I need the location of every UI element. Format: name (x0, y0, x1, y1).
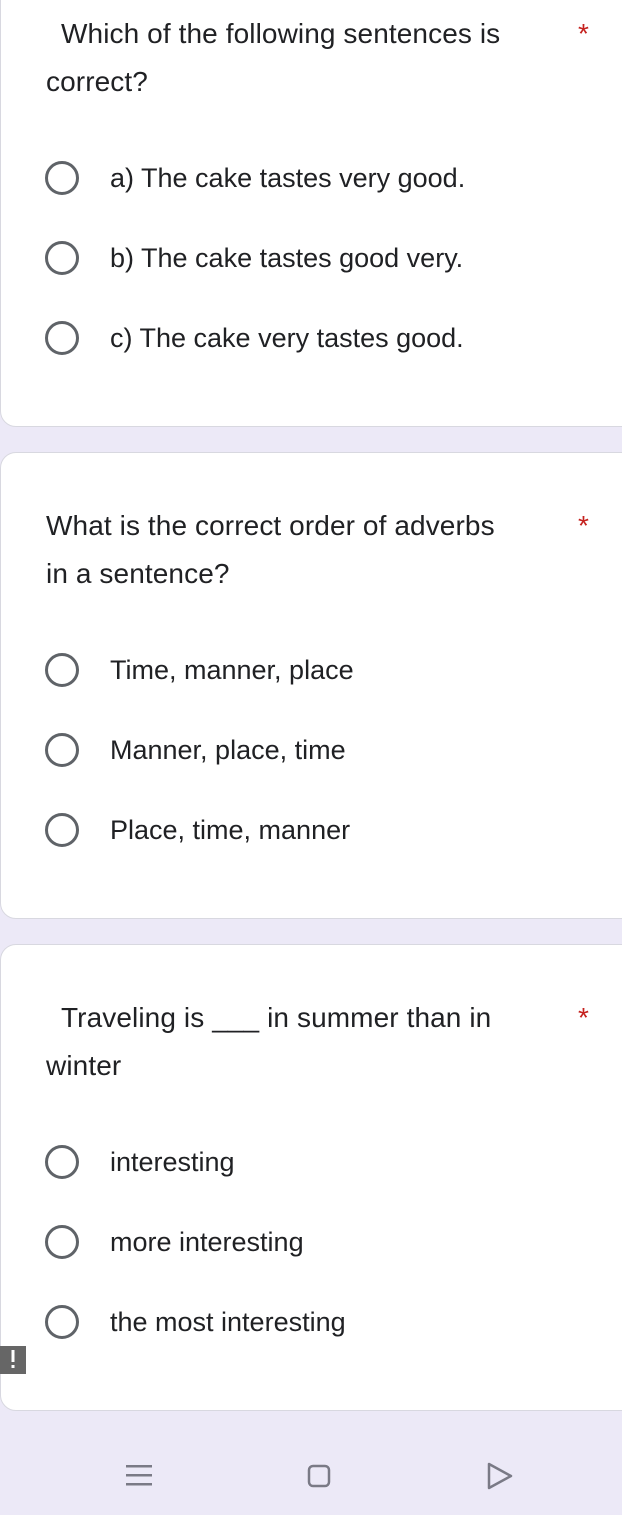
option-a-cake-very-good[interactable]: a) The cake tastes very good. (45, 158, 465, 198)
radio-button[interactable] (45, 321, 79, 355)
question-title-line-1: What is the correct order of adverbs (46, 510, 495, 541)
question-title-line-2: winter (46, 1050, 122, 1081)
option-label: the most interesting (110, 1307, 346, 1337)
question-title-line-2: correct? (46, 66, 148, 97)
question-title-line-1: Traveling is ___ in summer than in (61, 1002, 492, 1033)
option-interesting[interactable]: interesting (45, 1142, 235, 1182)
option-b-cake-good-very[interactable]: b) The cake tastes good very. (45, 238, 463, 278)
recent-apps-icon (126, 1465, 152, 1486)
exclamation-icon (0, 1346, 26, 1374)
option-label: c) The cake very tastes good. (110, 323, 464, 353)
question-title-2: What is the correct order of adverbs in … (46, 502, 566, 598)
question-title-line-1: Which of the following sentences is (61, 18, 501, 49)
radio-button[interactable] (45, 241, 79, 275)
radio-button[interactable] (45, 733, 79, 767)
option-label: a) The cake tastes very good. (110, 163, 466, 193)
option-label: Manner, place, time (110, 735, 346, 765)
required-asterisk: * (578, 18, 589, 49)
required-asterisk: * (578, 510, 589, 541)
required-asterisk: * (578, 1002, 589, 1033)
back-button[interactable] (474, 1450, 526, 1502)
option-time-manner-place[interactable]: Time, manner, place (45, 650, 354, 690)
radio-button[interactable] (45, 1225, 79, 1259)
option-label: more interesting (110, 1227, 304, 1257)
back-icon (487, 1462, 513, 1490)
option-most-interesting[interactable]: the most interesting (45, 1302, 346, 1342)
question-title-1: Which of the following sentences is corr… (46, 10, 566, 106)
radio-button[interactable] (45, 1145, 79, 1179)
radio-button[interactable] (45, 1305, 79, 1339)
option-place-time-manner[interactable]: Place, time, manner (45, 810, 350, 850)
question-title-3: Traveling is ___ in summer than in winte… (46, 994, 566, 1090)
radio-button[interactable] (45, 161, 79, 195)
radio-button[interactable] (45, 813, 79, 847)
recent-apps-button[interactable] (113, 1450, 165, 1502)
option-label: b) The cake tastes good very. (110, 243, 464, 273)
option-label: Time, manner, place (110, 655, 354, 685)
question-title-line-2: in a sentence? (46, 558, 230, 589)
option-manner-place-time[interactable]: Manner, place, time (45, 730, 346, 770)
home-icon (307, 1464, 331, 1488)
home-button[interactable] (293, 1450, 345, 1502)
option-label: Place, time, manner (110, 815, 351, 845)
option-label: interesting (110, 1147, 235, 1177)
radio-button[interactable] (45, 653, 79, 687)
system-navigation-bar (0, 1440, 622, 1500)
option-c-cake-very-tastes[interactable]: c) The cake very tastes good. (45, 318, 464, 358)
option-more-interesting[interactable]: more interesting (45, 1222, 304, 1262)
